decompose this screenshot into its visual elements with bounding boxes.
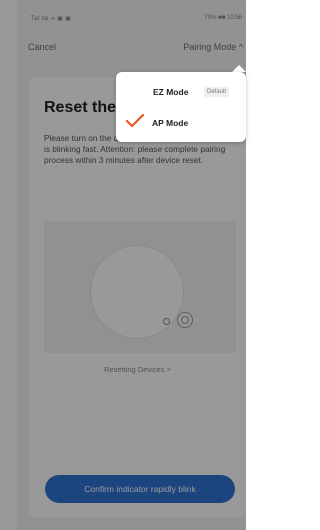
ap-mode-label: AP Mode	[152, 118, 189, 128]
pairing-mode-menu: EZ Mode Default AP Mode	[116, 72, 246, 142]
menu-item-ap-mode[interactable]: AP Mode	[116, 110, 246, 140]
ez-mode-label: EZ Mode	[153, 87, 189, 97]
popover-arrow	[232, 65, 246, 72]
default-badge: Default	[204, 87, 230, 97]
menu-item-ez-mode[interactable]: EZ Mode Default	[116, 78, 246, 108]
checkmark-icon	[126, 114, 144, 128]
